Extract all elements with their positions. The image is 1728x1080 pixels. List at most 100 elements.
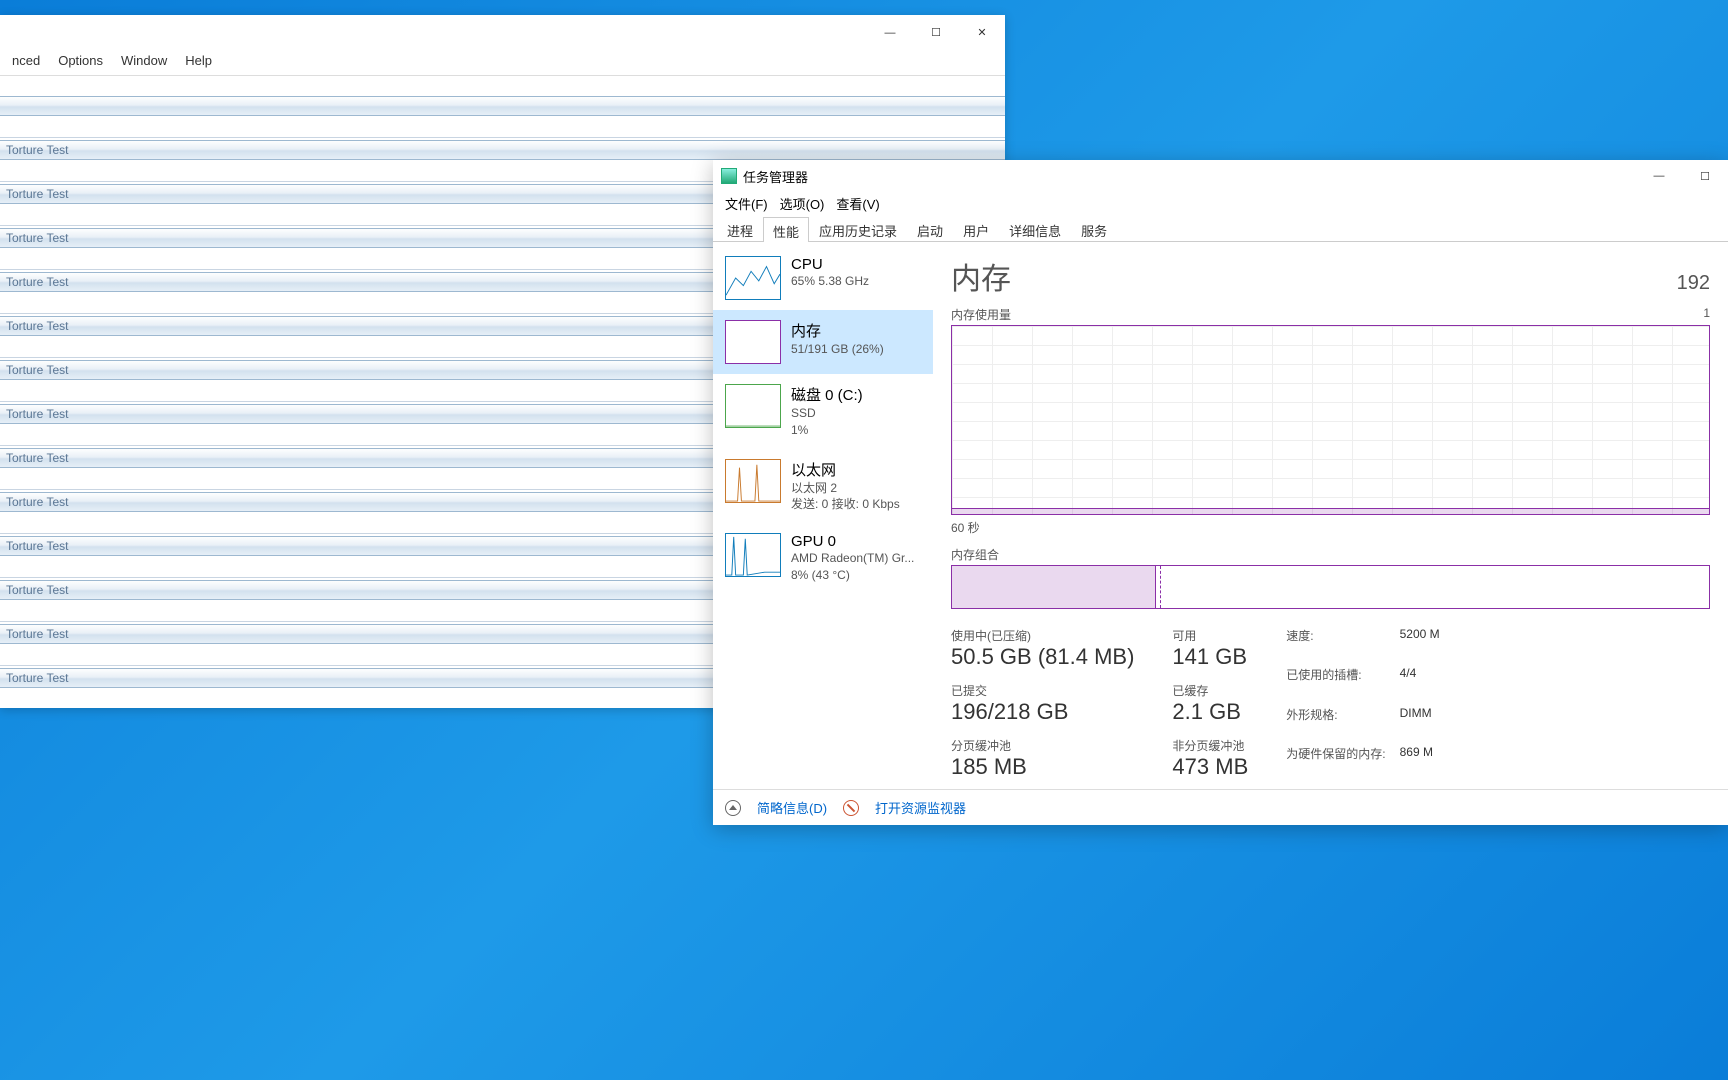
avail-value: 141 GB — [1172, 644, 1248, 670]
minimize-button[interactable]: — — [1636, 160, 1682, 192]
tab-performance[interactable]: 性能 — [763, 217, 809, 242]
task-manager-window: 任务管理器 — ☐ 文件(F) 选项(O) 查看(V) 进程 性能 应用历史记录… — [713, 160, 1728, 825]
worker-title: Torture Test — [6, 275, 68, 289]
disk-sparkline-icon — [725, 384, 781, 428]
form-key: 外形规格: — [1286, 706, 1385, 741]
memory-usage-chart[interactable] — [951, 325, 1710, 515]
memory-composition-chart[interactable] — [951, 565, 1710, 609]
paged-label: 分页缓冲池 — [951, 737, 1134, 754]
sidebar-item-ethernet[interactable]: 以太网 以太网 2 发送: 0 接收: 0 Kbps — [713, 449, 933, 524]
tab-services[interactable]: 服务 — [1071, 216, 1117, 241]
menu-options[interactable]: Options — [50, 50, 111, 75]
memory-sparkline-icon — [725, 320, 781, 364]
worker-titlebar[interactable]: Torture Test — [0, 140, 1005, 160]
prime95-window-controls: — ☐ ✕ — [867, 15, 1005, 50]
menu-window[interactable]: Window — [113, 50, 175, 75]
taskmgr-footer: 简略信息(D) 打开资源监视器 — [713, 789, 1728, 825]
close-button[interactable]: ✕ — [959, 15, 1005, 50]
ethernet-sub1: 以太网 2 — [791, 480, 900, 497]
tab-app-history[interactable]: 应用历史记录 — [809, 216, 907, 241]
composition-used — [952, 566, 1156, 608]
memory-capacity: 192 — [1677, 272, 1710, 295]
sidebar-item-gpu[interactable]: GPU 0 AMD Radeon(TM) Gr... 8% (43 °C) — [713, 523, 933, 594]
cpu-label: CPU — [791, 256, 869, 273]
composition-label: 内存组合 — [951, 546, 1710, 563]
nonpaged-label: 非分页缓冲池 — [1172, 737, 1248, 754]
worker-title: Torture Test — [6, 451, 68, 465]
perf-main: 内存 192 内存使用量 1 60 秒 内存组合 使用中(已压缩) 50 — [933, 242, 1728, 789]
reserved-key: 为硬件保留的内存: — [1286, 745, 1385, 780]
slots-key: 已使用的插槽: — [1286, 666, 1385, 701]
composition-free — [1156, 566, 1709, 608]
menu-file[interactable]: 文件(F) — [719, 192, 774, 216]
usage-chart-label: 内存使用量 — [951, 306, 1011, 323]
taskmgr-window-controls: — ☐ — [1636, 160, 1728, 192]
taskmgr-tabs: 进程 性能 应用历史记录 启动 用户 详细信息 服务 — [713, 216, 1728, 242]
worker-title: Torture Test — [6, 319, 68, 333]
worker-title: Torture Test — [6, 495, 68, 509]
tab-startup[interactable]: 启动 — [907, 216, 953, 241]
fewer-details-link[interactable]: 简略信息(D) — [757, 798, 827, 817]
gpu-sub2: 8% (43 °C) — [791, 567, 914, 584]
nonpaged-value: 473 MB — [1172, 754, 1248, 780]
menu-options[interactable]: 选项(O) — [774, 192, 831, 216]
cached-value: 2.1 GB — [1172, 699, 1248, 725]
worker-title: Torture Test — [6, 539, 68, 553]
committed-value: 196/218 GB — [951, 699, 1134, 725]
menu-view[interactable]: 查看(V) — [830, 192, 885, 216]
ethernet-sub2: 发送: 0 接收: 0 Kbps — [791, 496, 900, 513]
form-val: DIMM — [1400, 706, 1440, 741]
taskmgr-title: 任务管理器 — [743, 167, 808, 186]
worker-title: Torture Test — [6, 143, 68, 157]
taskmgr-icon — [721, 168, 737, 184]
menu-help[interactable]: Help — [177, 50, 220, 75]
open-resmon-link[interactable]: 打开资源监视器 — [875, 798, 966, 817]
sidebar-item-memory[interactable]: 内存 51/191 GB (26%) — [713, 310, 933, 374]
worker-title: Torture Test — [6, 187, 68, 201]
memory-label: 内存 — [791, 320, 884, 341]
memory-properties: 速度: 5200 M 已使用的插槽: 4/4 外形规格: DIMM 为硬件保留的内存:… — [1286, 627, 1439, 780]
worker-title: Torture Test — [6, 671, 68, 685]
memory-sub: 51/191 GB (26%) — [791, 341, 884, 358]
cpu-sub: 65% 5.38 GHz — [791, 273, 869, 290]
tab-details[interactable]: 详细信息 — [999, 216, 1071, 241]
gpu-label: GPU 0 — [791, 533, 914, 550]
main-title: 内存 — [951, 254, 1011, 298]
speed-val: 5200 M — [1400, 627, 1440, 662]
paged-value: 185 MB — [951, 754, 1134, 780]
memory-usage-fill — [952, 508, 1709, 514]
prime95-menubar: nced Options Window Help — [0, 50, 1005, 76]
ethernet-sparkline-icon — [725, 459, 781, 503]
reserved-val: 869 M — [1400, 745, 1440, 780]
in-use-label: 使用中(已压缩) — [951, 627, 1134, 644]
menu-advanced[interactable]: nced — [4, 50, 48, 75]
in-use-value: 50.5 GB (81.4 MB) — [951, 644, 1134, 670]
tab-users[interactable]: 用户 — [953, 216, 999, 241]
minimize-button[interactable]: — — [867, 15, 913, 50]
disk-sub1: SSD — [791, 405, 863, 422]
tab-processes[interactable]: 进程 — [717, 216, 763, 241]
ethernet-label: 以太网 — [791, 459, 900, 480]
committed-label: 已提交 — [951, 682, 1134, 699]
gpu-sub1: AMD Radeon(TM) Gr... — [791, 550, 914, 567]
speed-key: 速度: — [1286, 627, 1385, 662]
gpu-sparkline-icon — [725, 533, 781, 577]
cpu-sparkline-icon — [725, 256, 781, 300]
usage-chart-xaxis: 60 秒 — [951, 519, 1710, 536]
worker-title: Torture Test — [6, 583, 68, 597]
sidebar-item-disk[interactable]: 磁盘 0 (C:) SSD 1% — [713, 374, 933, 449]
sidebar-item-cpu[interactable]: CPU 65% 5.38 GHz — [713, 246, 933, 310]
prime95-titlebar[interactable]: — ☐ ✕ — [0, 15, 1005, 50]
resmon-icon — [843, 800, 859, 816]
maximize-button[interactable]: ☐ — [913, 15, 959, 50]
worker-title: Torture Test — [6, 363, 68, 377]
taskmgr-titlebar[interactable]: 任务管理器 — ☐ — [713, 160, 1728, 192]
chevron-up-icon[interactable] — [725, 800, 741, 816]
slots-val: 4/4 — [1400, 666, 1440, 701]
maximize-button[interactable]: ☐ — [1682, 160, 1728, 192]
taskmgr-menubar: 文件(F) 选项(O) 查看(V) — [713, 192, 1728, 216]
cached-label: 已缓存 — [1172, 682, 1248, 699]
avail-label: 可用 — [1172, 627, 1248, 644]
perf-sidebar: CPU 65% 5.38 GHz 内存 51/191 GB (26%) 磁盘 0… — [713, 242, 933, 789]
worker-title: Torture Test — [6, 407, 68, 421]
